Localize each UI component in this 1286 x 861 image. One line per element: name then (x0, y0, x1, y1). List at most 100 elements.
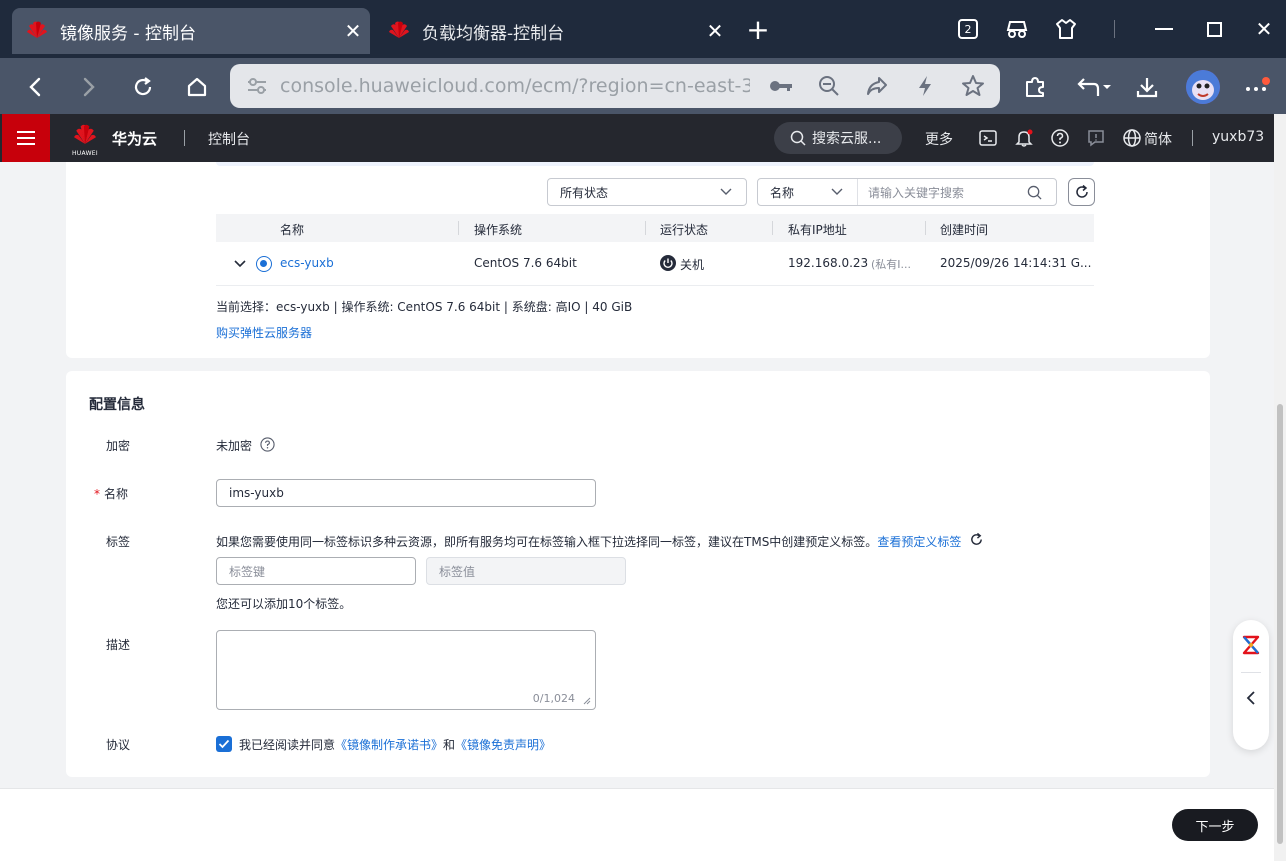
ai-assistant-icon[interactable] (1241, 634, 1261, 656)
next-step-button[interactable]: 下一步 (1172, 809, 1258, 841)
agreement-checkbox[interactable] (216, 736, 232, 752)
tab-title: 镜像服务 - 控制台 (60, 23, 196, 44)
close-tab-icon[interactable]: ✕ (336, 19, 370, 43)
close-tab-icon[interactable]: ✕ (698, 19, 732, 43)
agreement-and: 和 (443, 738, 456, 752)
cloud-shell-icon[interactable] (978, 128, 998, 148)
image-name-value: ims-yuxb (229, 486, 284, 500)
footer-bar: 下一步 (0, 788, 1274, 861)
server-name-link[interactable]: ecs-yuxb (280, 256, 334, 270)
column-divider (645, 221, 646, 235)
column-divider (772, 221, 773, 235)
column-divider (458, 221, 459, 235)
menu-dots-icon[interactable] (1240, 70, 1274, 104)
page-scrollbar[interactable] (1274, 114, 1286, 861)
tags-hint-text: 如果您需要使用同一标签标识多种云资源，即所有服务均可在标签输入框下拉选择同一标签… (216, 535, 878, 549)
agreement-prefix: 我已经阅读并同意 (239, 738, 336, 752)
header-divider (184, 130, 185, 146)
floating-divider (1241, 672, 1261, 673)
image-disclaimer-link[interactable]: 《镜像免责声明》 (455, 738, 551, 752)
close-window-icon[interactable]: ✕ (1250, 14, 1278, 44)
key-icon[interactable] (768, 73, 794, 99)
search-box: 名称 请输入关键字搜索 (757, 178, 1057, 206)
back-icon[interactable] (18, 70, 52, 104)
huawei-logo[interactable]: HUAWEI (70, 122, 100, 157)
lightning-icon[interactable] (912, 73, 938, 99)
extensions-icon[interactable] (1018, 70, 1052, 104)
description-textarea[interactable]: 0/1,024 (216, 630, 596, 710)
brand-name[interactable]: 华为云 (112, 128, 157, 149)
image-name-input[interactable]: ims-yuxb (216, 479, 596, 507)
huawei-logo-icon (389, 21, 409, 38)
section-title: 配置信息 (89, 397, 145, 413)
forward-icon[interactable] (72, 70, 106, 104)
browser-toolbar: console.huaweicloud.com/ecm/?region=cn-e… (0, 58, 1286, 114)
expand-row-icon[interactable] (234, 260, 246, 268)
feedback-icon[interactable] (1086, 128, 1106, 148)
globe-icon[interactable] (1122, 128, 1142, 148)
refresh-icon[interactable] (969, 532, 984, 547)
resize-handle-icon[interactable] (583, 697, 591, 705)
header-divider (1192, 130, 1193, 146)
zoom-out-icon[interactable] (816, 73, 842, 99)
column-header-status: 运行状态 (660, 223, 709, 237)
notification-bell-icon[interactable] (1014, 128, 1034, 148)
floating-toolbar (1233, 620, 1269, 750)
agreement-label: 协议 (106, 738, 131, 752)
more-menu[interactable]: 更多 (925, 129, 953, 149)
tab-count-icon[interactable]: 2 (956, 14, 980, 44)
table-header: 名称 操作系统 运行状态 私有IP地址 创建时间 (216, 214, 1094, 242)
site-settings-icon[interactable] (246, 76, 268, 96)
bookmark-star-icon[interactable] (960, 73, 986, 99)
scrollbar-thumb[interactable] (1277, 404, 1283, 844)
reload-icon[interactable] (126, 70, 160, 104)
header-search[interactable]: 搜索云服... (774, 122, 902, 154)
tag-value-input: 标签值 (426, 557, 626, 585)
service-menu-button[interactable] (2, 114, 50, 162)
server-status: 关机 (680, 258, 705, 272)
username[interactable]: yuxb73 (1212, 129, 1264, 145)
tab-load-balancer[interactable]: 负载均衡器-控制台 ✕ (374, 8, 732, 54)
server-created: 2025/09/26 14:14:31 G... (940, 256, 1092, 270)
description-label: 描述 (106, 638, 131, 652)
minimize-icon[interactable] (1150, 14, 1178, 44)
name-label: * 名称 (94, 485, 128, 502)
browser-tabbar: 镜像服务 - 控制台 ✕ 负载均衡器-控制台 ✕ + 2 ✕ (0, 0, 1286, 58)
search-icon[interactable] (1027, 185, 1042, 200)
user-avatar[interactable] (1186, 70, 1220, 104)
toolbar-divider (1114, 20, 1115, 38)
search-field-value: 名称 (770, 185, 795, 200)
download-icon[interactable] (1130, 70, 1164, 104)
table-row[interactable]: ecs-yuxb CentOS 7.6 64bit 关机 192.168.0.2… (216, 242, 1094, 286)
main-content: 所有状态 名称 请输入关键字搜索 名称 操作系统 运行状态 私有IP地址 创建时… (0, 162, 1274, 861)
status-filter-select[interactable]: 所有状态 (547, 178, 747, 206)
refresh-button[interactable] (1068, 178, 1095, 206)
description-counter: 0/1,024 (532, 692, 575, 705)
home-icon[interactable] (180, 70, 214, 104)
game-mode-icon[interactable] (1004, 14, 1030, 44)
collapse-chevron-icon[interactable] (1245, 690, 1257, 706)
tab-image-service[interactable]: 镜像服务 - 控制台 ✕ (12, 8, 370, 54)
search-field-select[interactable]: 名称 (758, 179, 858, 205)
help-icon[interactable] (1050, 128, 1070, 148)
address-bar[interactable]: console.huaweicloud.com/ecm/?region=cn-e… (230, 64, 1000, 108)
row-radio-selected[interactable] (256, 256, 272, 272)
encryption-value: 未加密 (216, 439, 253, 453)
buy-ecs-link[interactable]: 购买弹性云服务器 (216, 324, 312, 341)
skin-icon[interactable] (1053, 14, 1079, 44)
search-input[interactable]: 请输入关键字搜索 (868, 184, 964, 201)
server-selection-card: 所有状态 名称 请输入关键字搜索 名称 操作系统 运行状态 私有IP地址 创建时… (66, 162, 1210, 358)
undo-dropdown-icon[interactable] (1072, 70, 1114, 104)
new-tab-icon[interactable]: + (744, 16, 772, 44)
image-commitment-link[interactable]: 《镜像制作承诺书》 (335, 738, 443, 752)
console-link[interactable]: 控制台 (208, 129, 250, 149)
checkmark-icon (218, 739, 230, 749)
help-icon[interactable] (260, 437, 275, 452)
language-switch[interactable]: 简体 (1144, 129, 1172, 149)
share-icon[interactable] (864, 73, 890, 99)
view-predefined-tags-link[interactable]: 查看预定义标签 (877, 535, 961, 549)
power-off-icon (660, 255, 676, 271)
huawei-flower-icon (74, 124, 96, 144)
maximize-icon[interactable] (1200, 14, 1228, 44)
tag-key-input[interactable]: 标签键 (216, 557, 416, 585)
